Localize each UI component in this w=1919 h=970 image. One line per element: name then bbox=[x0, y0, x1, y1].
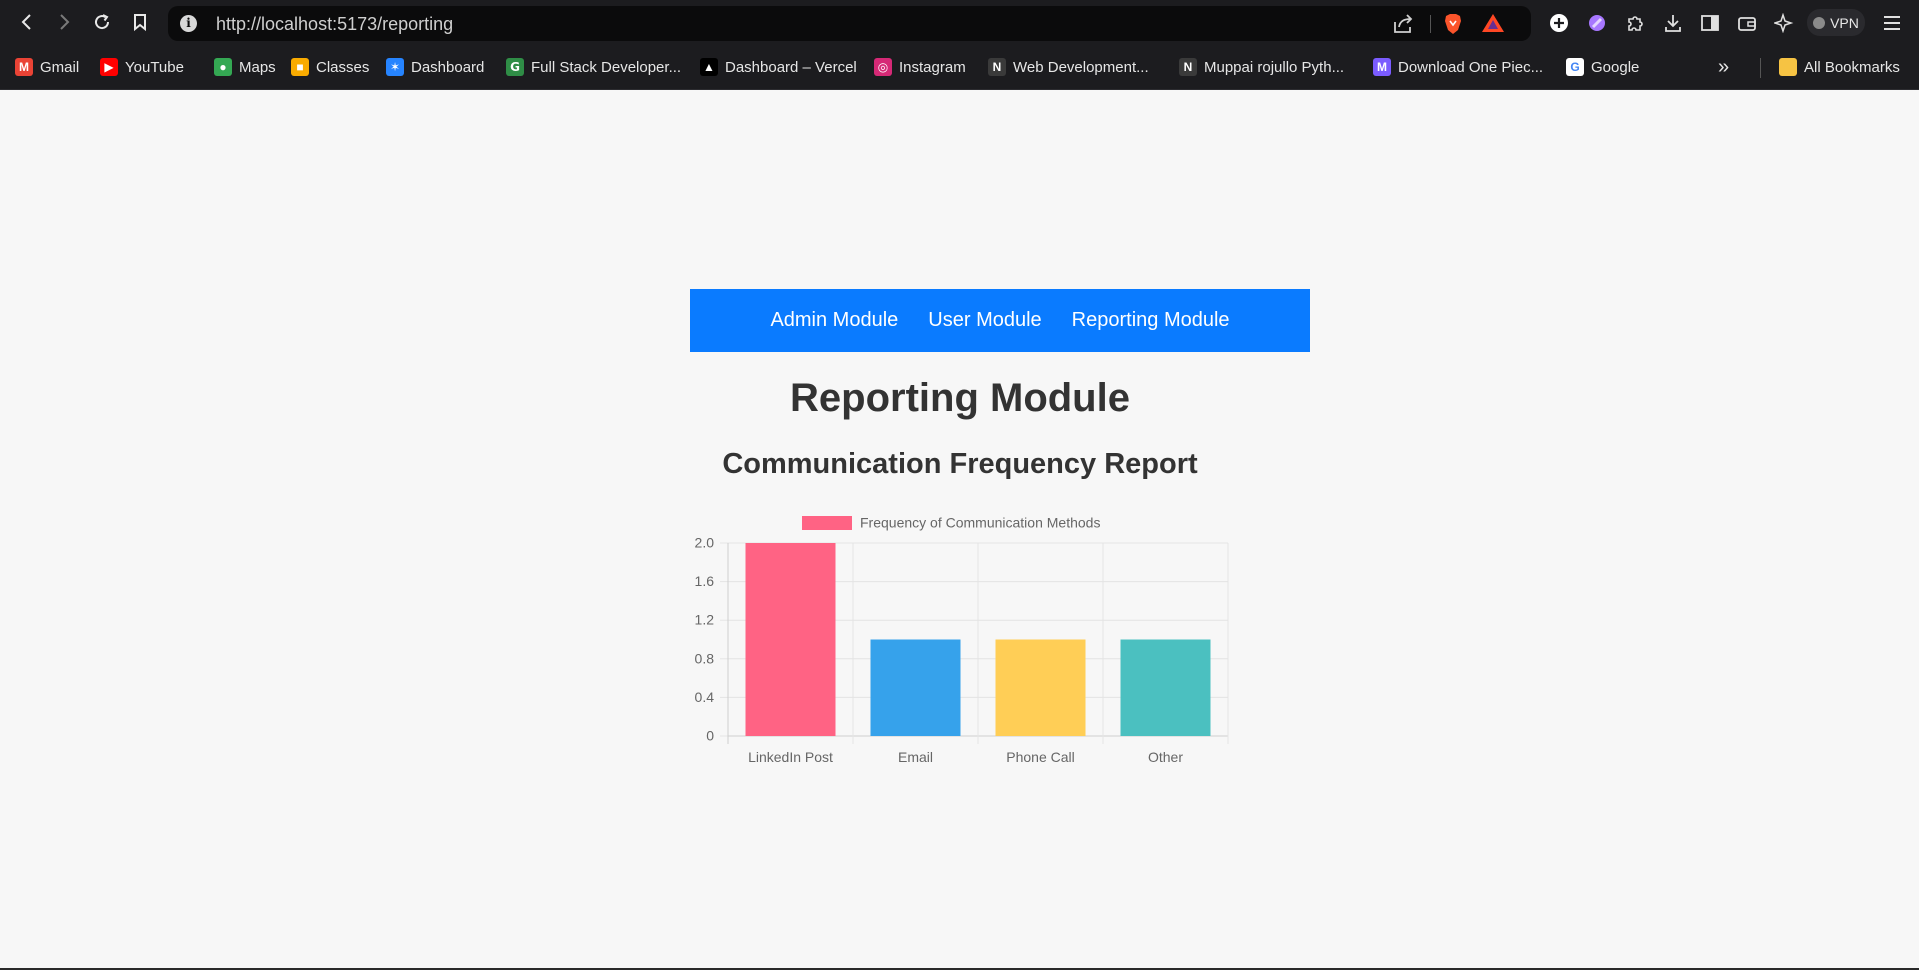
y-tick-label: 2.0 bbox=[695, 535, 715, 551]
bookmark-item[interactable]: ◎ Instagram bbox=[874, 56, 966, 78]
bookmark-item[interactable]: M Download One Piec... bbox=[1373, 56, 1543, 78]
classroom-icon: ■ bbox=[291, 58, 309, 76]
brave-shields-icon[interactable] bbox=[1443, 13, 1463, 40]
x-tick-label: Other bbox=[1148, 749, 1183, 765]
url-text[interactable]: http://localhost:5173/reporting bbox=[216, 14, 453, 35]
back-button[interactable] bbox=[13, 8, 41, 36]
more-bookmarks-icon[interactable]: » bbox=[1718, 56, 1729, 79]
page-title: Reporting Module bbox=[790, 376, 1130, 420]
google-icon: G bbox=[1566, 58, 1584, 76]
bar bbox=[995, 639, 1086, 736]
bookmarks-bar: M Gmail ▶ YouTube ● Maps ■ Classes ✶ Dashboard ꓖ Fu… bbox=[0, 44, 1919, 90]
bookmark-item[interactable]: ▶ YouTube bbox=[100, 56, 184, 78]
module-navbar: Admin Module User Module Reporting Modul… bbox=[690, 289, 1310, 352]
url-separator bbox=[1430, 15, 1431, 33]
legend-label: Frequency of Communication Methods bbox=[860, 515, 1100, 531]
frequency-bar-chart: Frequency of Communication Methods 0 0.4 0.… bbox=[682, 508, 1242, 772]
vercel-icon: ▲ bbox=[700, 58, 718, 76]
x-tick-label: Email bbox=[898, 749, 933, 765]
bookmark-label: Maps bbox=[239, 58, 276, 76]
y-tick-label: 0 bbox=[706, 728, 714, 744]
vpn-label: VPN bbox=[1830, 14, 1859, 31]
bookmark-label: Gmail bbox=[40, 58, 80, 76]
y-tick-label: 1.6 bbox=[695, 573, 715, 589]
download-icon[interactable] bbox=[1661, 11, 1685, 35]
y-tick-label: 1.2 bbox=[695, 612, 715, 628]
bookmark-label: Muppai rojullo Pyth... bbox=[1204, 58, 1345, 76]
bookmark-label: YouTube bbox=[125, 58, 184, 76]
forward-arrow-icon bbox=[60, 14, 70, 30]
bookmark-label: Web Development... bbox=[1013, 58, 1149, 76]
extensions-icon[interactable] bbox=[1623, 11, 1647, 35]
share-icon[interactable] bbox=[1392, 14, 1414, 39]
vpn-button[interactable]: VPN bbox=[1807, 9, 1865, 36]
bookmark-label: Dashboard bbox=[411, 58, 485, 76]
ai-sparkle-icon[interactable] bbox=[1772, 11, 1796, 35]
all-bookmarks-label: All Bookmarks bbox=[1804, 58, 1900, 76]
bookmark-item[interactable]: ■ Classes bbox=[291, 56, 369, 78]
menu-icon[interactable] bbox=[1880, 11, 1904, 35]
bookmark-item[interactable]: ▲ Dashboard – Vercel bbox=[700, 56, 857, 78]
x-tick-label: LinkedIn Post bbox=[748, 749, 833, 765]
maps-icon: ● bbox=[214, 58, 232, 76]
notion-icon: N bbox=[1179, 58, 1197, 76]
bookmark-page-button[interactable] bbox=[126, 8, 154, 36]
y-tick-label: 0.8 bbox=[695, 650, 715, 666]
bookmark-icon bbox=[134, 14, 146, 32]
bar bbox=[1120, 639, 1211, 736]
chart-svg: Frequency of Communication Methods 0 0.4 0.… bbox=[695, 515, 1229, 765]
nav-reporting-module[interactable]: Reporting Module bbox=[1072, 309, 1230, 332]
bookmark-label: Download One Piec... bbox=[1398, 58, 1544, 76]
nav-user-module[interactable]: User Module bbox=[928, 309, 1041, 332]
bar bbox=[745, 543, 836, 736]
bookmarks-separator bbox=[1760, 58, 1761, 78]
report-title: Communication Frequency Report bbox=[722, 448, 1198, 480]
x-tick-label: Phone Call bbox=[1006, 749, 1075, 765]
bookmark-item[interactable]: ● Maps bbox=[214, 56, 276, 78]
leo-ai-icon[interactable] bbox=[1585, 11, 1609, 35]
brave-rewards-icon[interactable] bbox=[1481, 13, 1505, 38]
bookmark-label: Instagram bbox=[899, 58, 966, 76]
instagram-icon: ◎ bbox=[874, 58, 892, 76]
gfg-icon: ꓖ bbox=[506, 58, 524, 76]
add-tab-icon[interactable] bbox=[1547, 11, 1571, 35]
bar bbox=[870, 639, 961, 736]
legend-swatch bbox=[802, 516, 852, 530]
bookmark-item[interactable]: ꓖ Full Stack Developer... bbox=[506, 56, 681, 78]
bookmark-label: Dashboard – Vercel bbox=[725, 58, 857, 76]
sidebar-icon[interactable] bbox=[1698, 11, 1722, 35]
gmail-icon: M bbox=[15, 58, 33, 76]
bookmark-item[interactable]: N Muppai rojullo Pyth... bbox=[1179, 56, 1344, 78]
reload-button[interactable] bbox=[88, 8, 116, 36]
back-arrow-icon bbox=[21, 14, 31, 30]
bookmark-label: Google bbox=[1591, 58, 1640, 76]
bookmark-item[interactable]: N Web Development... bbox=[988, 56, 1149, 78]
vpn-status-icon bbox=[1813, 16, 1826, 29]
bookmark-item[interactable]: ✶ Dashboard bbox=[386, 56, 484, 78]
dashboard-icon: ✶ bbox=[386, 58, 404, 76]
nav-admin-module[interactable]: Admin Module bbox=[770, 309, 898, 332]
y-tick-label: 0.4 bbox=[695, 689, 715, 705]
forward-button[interactable] bbox=[50, 8, 78, 36]
site-info-icon[interactable]: i bbox=[180, 15, 197, 32]
youtube-icon: ▶ bbox=[100, 58, 118, 76]
address-bar[interactable]: i http://localhost:5173/reporting bbox=[168, 6, 1531, 41]
browser-toolbar: i http://localhost:5173/reporting VPN bbox=[0, 0, 1919, 44]
reload-icon bbox=[95, 14, 110, 30]
bookmark-item[interactable]: M Gmail bbox=[15, 56, 79, 78]
bookmark-item[interactable]: G Google bbox=[1566, 56, 1639, 78]
folder-icon bbox=[1779, 58, 1797, 76]
wallet-icon[interactable] bbox=[1735, 11, 1759, 35]
notion-icon: N bbox=[988, 58, 1006, 76]
bookmark-label: Full Stack Developer... bbox=[531, 58, 682, 76]
bookmark-label: Classes bbox=[316, 58, 370, 76]
all-bookmarks-button[interactable]: All Bookmarks bbox=[1779, 56, 1900, 78]
m-logo-icon: M bbox=[1373, 58, 1391, 76]
